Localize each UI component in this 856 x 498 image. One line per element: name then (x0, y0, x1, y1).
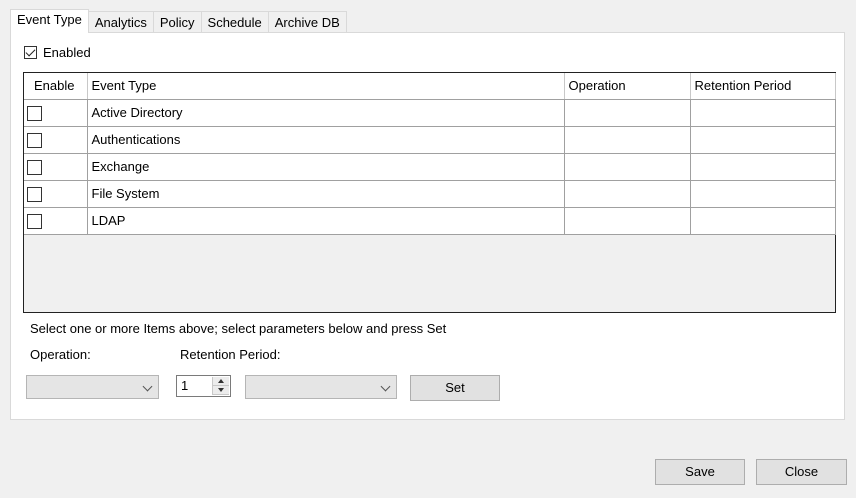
retention-unit-dropdown[interactable] (245, 375, 397, 399)
enabled-checkbox[interactable] (24, 46, 37, 59)
event-type-cell[interactable]: Authentications (87, 126, 565, 154)
enabled-label: Enabled (43, 45, 91, 60)
event-type-panel: Enabled Enable Event Type Operation Rete… (10, 32, 845, 420)
retention-period-value[interactable]: 1 (181, 378, 188, 393)
event-type-cell[interactable]: LDAP (87, 207, 565, 235)
row-enable-checkbox[interactable] (27, 132, 42, 148)
retention-cell[interactable] (690, 126, 836, 154)
row-enable-checkbox[interactable] (27, 105, 42, 121)
column-header-enable[interactable]: Enable (24, 73, 88, 100)
retention-cell[interactable] (690, 153, 836, 181)
tab-schedule[interactable]: Schedule (200, 11, 269, 33)
stepper-up-button[interactable] (213, 377, 229, 386)
stepper-buttons (212, 377, 229, 395)
retention-cell[interactable] (690, 180, 836, 208)
operation-cell[interactable] (564, 126, 691, 154)
event-type-grid[interactable]: Enable Event Type Operation Retention Pe… (23, 72, 836, 313)
retention-cell[interactable] (690, 99, 836, 127)
event-type-cell[interactable]: Active Directory (87, 99, 565, 127)
save-button[interactable]: Save (655, 459, 745, 485)
table-row[interactable]: Exchange (24, 153, 836, 181)
event-type-cell[interactable]: File System (87, 180, 565, 208)
instruction-text: Select one or more Items above; select p… (30, 321, 447, 336)
retention-cell[interactable] (690, 207, 836, 235)
column-header-operation[interactable]: Operation (564, 73, 691, 100)
grid-header-row: Enable Event Type Operation Retention Pe… (24, 73, 836, 100)
operation-cell[interactable] (564, 207, 691, 235)
close-button[interactable]: Close (756, 459, 847, 485)
retention-period-stepper[interactable]: 1 (176, 375, 231, 397)
operation-cell[interactable] (564, 153, 691, 181)
column-header-retention-period[interactable]: Retention Period (690, 73, 836, 100)
event-type-cell[interactable]: Exchange (87, 153, 565, 181)
row-enable-checkbox[interactable] (27, 213, 42, 229)
tab-archive-db[interactable]: Archive DB (267, 11, 347, 33)
tab-event-type[interactable]: Event Type (10, 9, 89, 33)
operation-dropdown[interactable] (26, 375, 159, 399)
operation-cell[interactable] (564, 180, 691, 208)
chevron-down-icon (380, 381, 391, 392)
column-header-event-type[interactable]: Event Type (87, 73, 565, 100)
operation-label: Operation: (30, 347, 91, 362)
table-row[interactable]: Active Directory (24, 99, 836, 127)
tab-analytics[interactable]: Analytics (87, 11, 154, 33)
enabled-option[interactable]: Enabled (24, 45, 91, 60)
row-enable-checkbox[interactable] (27, 159, 42, 175)
row-enable-checkbox[interactable] (27, 186, 42, 202)
set-button[interactable]: Set (410, 375, 500, 401)
operation-cell[interactable] (564, 99, 691, 127)
tab-strip: Event Type Analytics Policy Schedule Arc… (10, 9, 347, 33)
table-row[interactable]: File System (24, 180, 836, 208)
chevron-down-icon (142, 381, 153, 392)
table-row[interactable]: LDAP (24, 207, 836, 235)
table-row[interactable]: Authentications (24, 126, 836, 154)
stepper-down-button[interactable] (213, 386, 229, 395)
tab-policy[interactable]: Policy (152, 11, 202, 33)
retention-period-label: Retention Period: (180, 347, 281, 362)
